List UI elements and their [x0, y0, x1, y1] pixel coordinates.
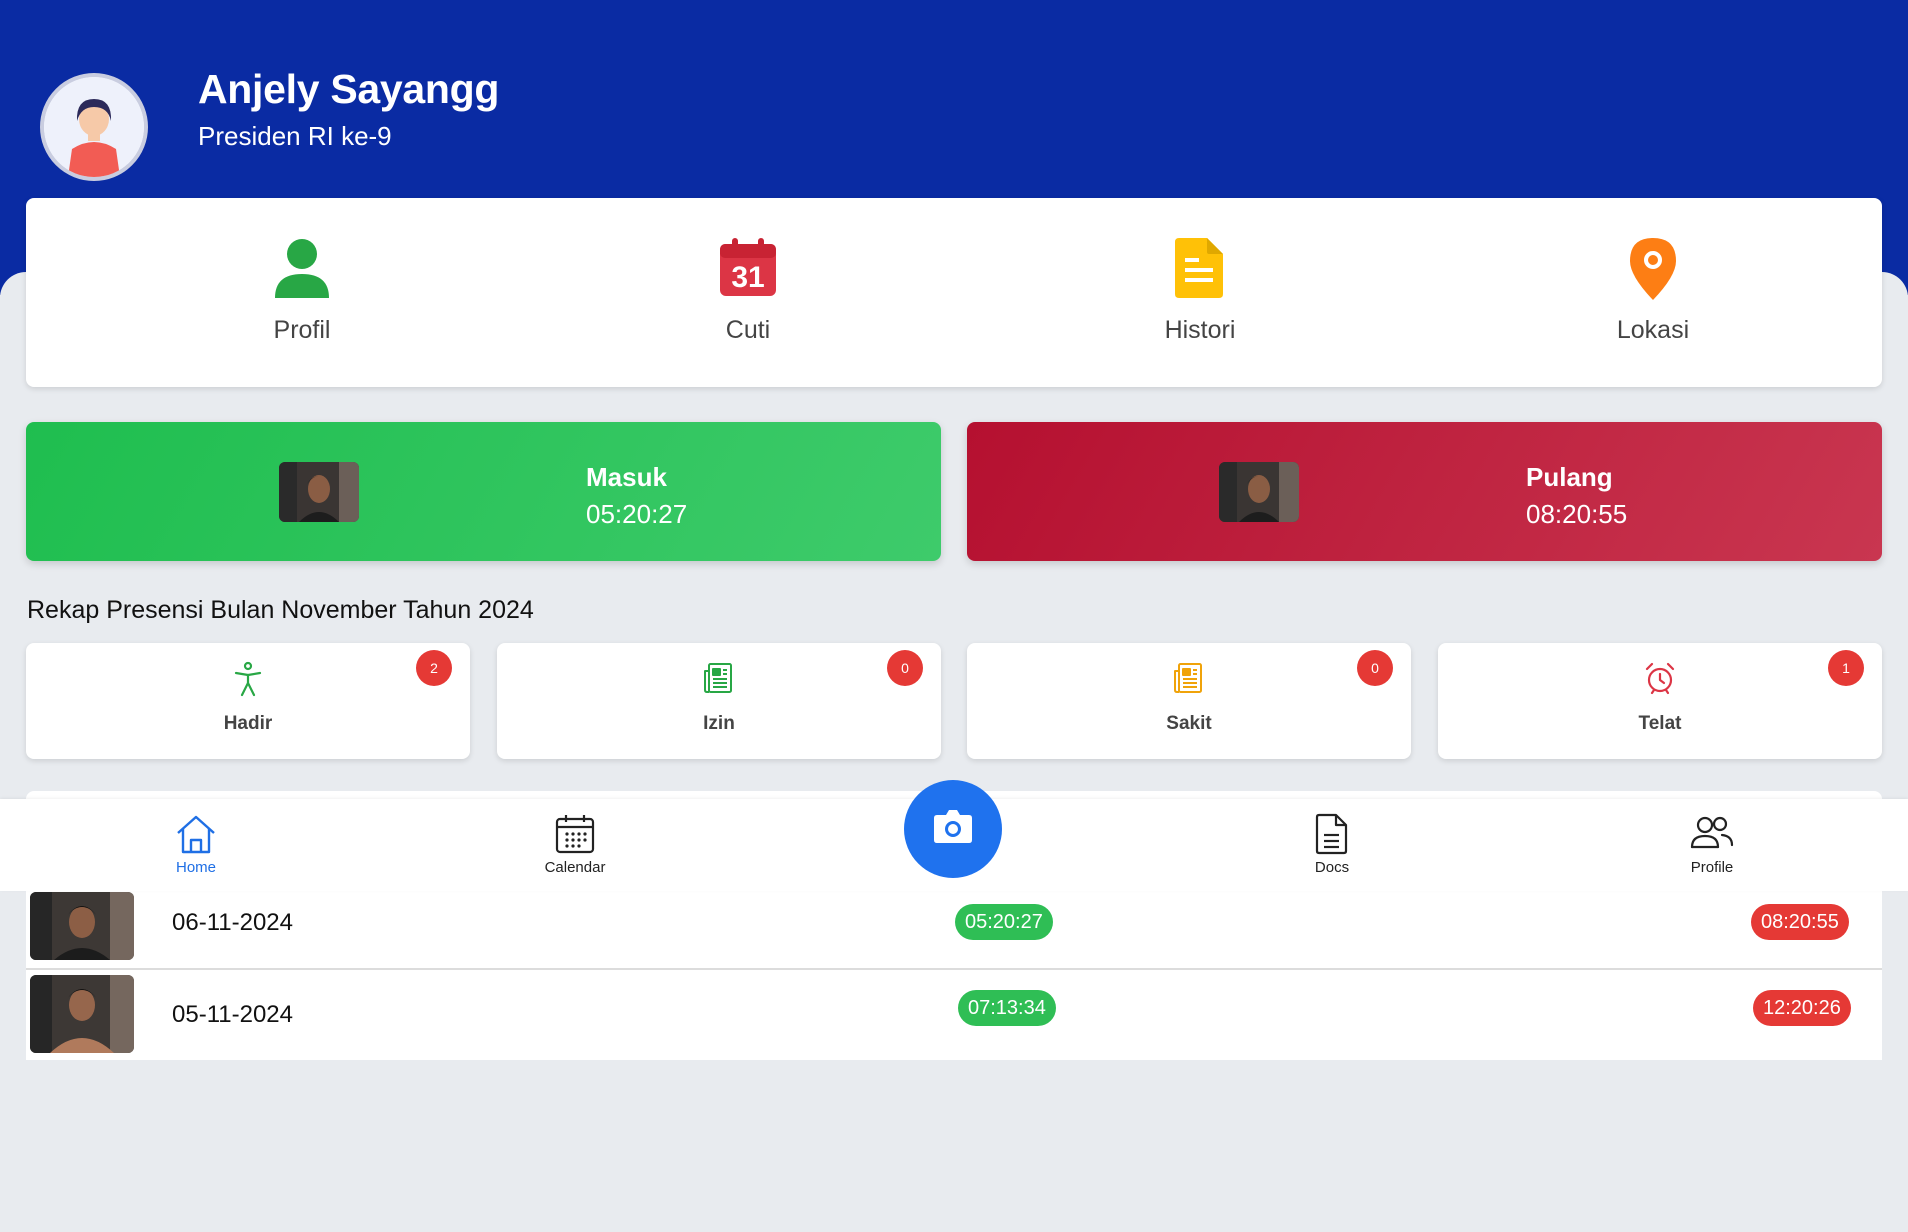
accessibility-icon [26, 661, 470, 697]
history-date: 06-11-2024 [172, 909, 293, 936]
calendar-icon [505, 813, 645, 857]
stat-label: Hadir [223, 713, 273, 734]
quick-menu-card: Profil 31 Cuti Histori Lokasi [26, 198, 1882, 387]
alarm-icon [1438, 661, 1882, 695]
avatar[interactable] [40, 73, 148, 181]
svg-text:31: 31 [731, 261, 764, 294]
stat-label: Izin [703, 713, 735, 734]
user-role: Presiden RI ke-9 [198, 121, 392, 151]
attendance-out-photo [1219, 462, 1299, 522]
attendance-in-time: 05:20:27 [586, 499, 688, 529]
nav-label: Docs [1314, 859, 1350, 876]
camera-icon [932, 809, 974, 850]
attendance-out-card[interactable]: Pulang 08:20:55 [967, 422, 1882, 561]
stat-label: Sakit [1166, 713, 1212, 734]
person-icon [202, 238, 402, 308]
nav-label: Profile [1690, 859, 1734, 876]
menu-label: Histori [1164, 316, 1236, 344]
menu-label: Profil [273, 316, 331, 344]
attendance-in-title: Masuk [586, 462, 667, 492]
history-row[interactable]: 05-11-2024 07:13:34 12:20:26 [26, 971, 1882, 1059]
attendance-out-info: Pulang 08:20:55 [1526, 462, 1627, 530]
nav-calendar[interactable]: Calendar [505, 813, 645, 876]
stat-count-badge: 0 [887, 650, 923, 686]
menu-cuti[interactable]: 31 Cuti [648, 238, 848, 345]
stat-count-badge: 0 [1357, 650, 1393, 686]
users-icon [1642, 813, 1782, 857]
newspaper-icon [967, 661, 1411, 695]
stat-card-izin[interactable]: Izin 0 [497, 643, 941, 759]
attendance-in-photo [279, 462, 359, 522]
menu-label: Cuti [725, 316, 771, 344]
document-icon [1100, 238, 1300, 308]
history-row[interactable]: 06-11-2024 05:20:27 08:20:55 [26, 880, 1882, 970]
nav-docs[interactable]: Docs [1262, 813, 1402, 876]
stat-card-sakit[interactable]: Sakit 0 [967, 643, 1411, 759]
menu-profil[interactable]: Profil [202, 238, 402, 345]
home-icon [126, 813, 266, 857]
newspaper-icon [497, 661, 941, 695]
history-out-time: 08:20:55 [1751, 904, 1849, 940]
attendance-in-card[interactable]: Masuk 05:20:27 [26, 422, 941, 561]
history-in-time: 07:13:34 [958, 990, 1056, 1026]
document-icon [1262, 813, 1402, 857]
menu-histori[interactable]: Histori [1100, 238, 1300, 345]
history-date: 05-11-2024 [172, 1001, 293, 1028]
nav-profile[interactable]: Profile [1642, 813, 1782, 876]
menu-label: Lokasi [1616, 316, 1690, 344]
stat-card-telat[interactable]: Telat 1 [1438, 643, 1882, 759]
menu-lokasi[interactable]: Lokasi [1553, 238, 1753, 345]
stat-count-badge: 2 [416, 650, 452, 686]
history-in-time: 05:20:27 [955, 904, 1053, 940]
user-name: Anjely Sayangg [198, 66, 500, 112]
location-pin-icon [1553, 238, 1753, 308]
calendar-31-icon: 31 [648, 238, 848, 308]
stat-label: Telat [1638, 713, 1682, 734]
history-out-time: 12:20:26 [1753, 990, 1851, 1026]
history-photo [30, 975, 134, 1053]
stat-card-hadir[interactable]: Hadir 2 [26, 643, 470, 759]
stat-count-badge: 1 [1828, 650, 1864, 686]
nav-label: Calendar [544, 859, 606, 876]
camera-button[interactable] [904, 780, 1002, 878]
rekap-title: Rekap Presensi Bulan November Tahun 2024 [27, 596, 534, 624]
nav-label: Home [175, 859, 216, 876]
attendance-out-time: 08:20:55 [1526, 499, 1628, 529]
attendance-out-title: Pulang [1526, 462, 1613, 492]
attendance-in-info: Masuk 05:20:27 [586, 462, 687, 530]
nav-home[interactable]: Home [126, 813, 266, 876]
history-photo [30, 892, 134, 960]
